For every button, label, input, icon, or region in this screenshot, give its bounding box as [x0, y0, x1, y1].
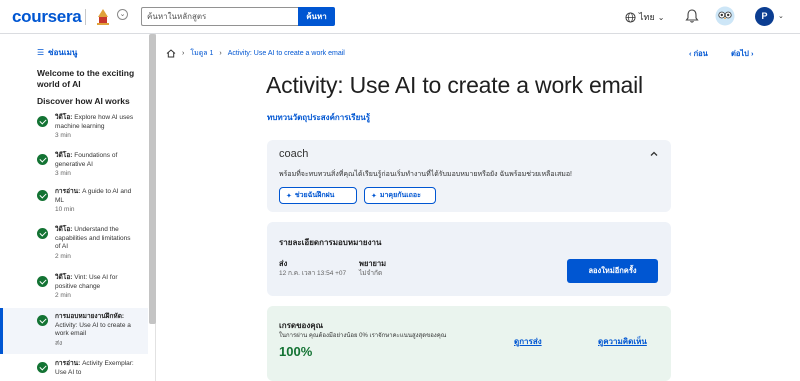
- try-again-button[interactable]: ลองใหม่อีกครั้ง: [567, 259, 658, 283]
- hide-menu-button[interactable]: ☰ ซ่อนเมนู: [37, 46, 77, 59]
- previous-label: ก่อน: [693, 49, 708, 58]
- sidebar-scrollbar[interactable]: [149, 34, 156, 324]
- section-title: Discover how AI works: [37, 96, 130, 106]
- chevron-up-icon[interactable]: [649, 149, 659, 159]
- sidebar-item-current[interactable]: การมอบหมายงานฝึกหัด: Activity: Use AI to…: [0, 308, 148, 354]
- sidebar-item-text: การอ่าน: A guide to AI and ML 10 min: [55, 188, 132, 213]
- help-me-practice-button[interactable]: ✦ ช่วยฉันฝึกฝน: [279, 187, 357, 204]
- completed-check-icon: [37, 276, 48, 287]
- view-feedback-link[interactable]: ดูความคิดเห็น: [598, 335, 647, 348]
- coach-title: coach: [279, 148, 309, 160]
- sidebar-item-text: วิดีโอ: Explore how AI uses machine lear…: [55, 114, 134, 139]
- sidebar-item[interactable]: วิดีโอ: Foundations of generative AI 3 m…: [0, 150, 148, 184]
- sparkle-icon: ✦: [371, 192, 377, 200]
- assignment-details-title: รายละเอียดการมอบหมายงาน: [279, 238, 382, 247]
- lets-chat-button[interactable]: ✦ มาคุยกันเถอะ: [364, 187, 436, 204]
- breadcrumb: › โมดูล 1 › Activity: Use AI to create a…: [166, 48, 345, 59]
- globe-icon: [625, 11, 636, 23]
- sidebar-item-text: วิดีโอ: Understand the capabilities and …: [55, 226, 131, 260]
- sidebar-item[interactable]: การอ่าน: Activity Exemplar: Use AI to: [0, 358, 148, 381]
- home-icon[interactable]: [166, 49, 176, 58]
- language-selector[interactable]: ไทย ⌄: [625, 10, 664, 24]
- completed-check-icon: [37, 362, 48, 373]
- completed-check-icon: [37, 154, 48, 165]
- grade-value: 100%: [279, 344, 313, 359]
- coach-panel: coach พร้อมที่จะทบทวนสิ่งที่คุณได้เรียนร…: [267, 140, 671, 212]
- sidebar-item-text: วิดีโอ: Vint: Use AI for positive change…: [55, 274, 118, 299]
- hide-menu-label: ซ่อนเมนู: [48, 48, 78, 57]
- completed-check-icon: [37, 190, 48, 201]
- header-divider: [85, 9, 86, 25]
- notification-bell-icon[interactable]: [684, 8, 700, 24]
- completed-check-icon: [37, 228, 48, 239]
- completed-check-icon: [37, 116, 48, 127]
- chevron-right-icon: ›: [219, 50, 222, 57]
- next-button[interactable]: ต่อไป ›: [731, 48, 754, 60]
- chevron-down-icon: ⌄: [657, 12, 665, 22]
- sidebar-item-text: การอ่าน: Activity Exemplar: Use AI to: [55, 360, 134, 376]
- sidebar-item[interactable]: วิดีโอ: Vint: Use AI for positive change…: [0, 272, 148, 306]
- grade-panel: เกรดของคุณ ในการผ่าน คุณต้องมีอย่างน้อย …: [267, 306, 671, 381]
- chevron-left-icon: ‹: [689, 49, 692, 58]
- attempts-value: ไม่จำกัด: [359, 270, 383, 277]
- partner-logo-icon[interactable]: [95, 8, 111, 26]
- assignment-details-panel: รายละเอียดการมอบหมายงาน ส่ง 12 ก.ค. เวลา…: [267, 222, 671, 296]
- coach-owl-icon[interactable]: [715, 6, 735, 26]
- review-learning-objectives-link[interactable]: ทบทวนวัตถุประสงค์การเรียนรู้: [267, 111, 370, 124]
- user-avatar[interactable]: P: [755, 7, 774, 26]
- page-title: Activity: Use AI to create a work email: [266, 72, 643, 98]
- sidebar-item[interactable]: วิดีโอ: Understand the capabilities and …: [0, 224, 148, 268]
- previous-button[interactable]: ‹ ก่อน: [689, 48, 708, 60]
- breadcrumb-module-link[interactable]: โมดูล 1: [190, 48, 213, 59]
- sidebar-item-text: วิดีโอ: Foundations of generative AI 3 m…: [55, 152, 118, 177]
- account-chevron-icon[interactable]: ⌄: [778, 12, 784, 20]
- grade-pass-note: ในการผ่าน คุณต้องมีอย่างน้อย 0% เราจักษา…: [279, 333, 447, 339]
- chevron-right-icon: ›: [751, 49, 754, 58]
- completed-check-icon: [37, 315, 48, 326]
- course-search-input[interactable]: [141, 7, 298, 26]
- sparkle-icon: ✦: [286, 192, 292, 200]
- menu-icon: ☰: [37, 48, 45, 57]
- view-submission-link[interactable]: ดูการส่ง: [514, 335, 542, 348]
- chevron-right-icon: ›: [182, 50, 185, 57]
- language-label: ไทย: [639, 12, 655, 22]
- module-title: Welcome to the exciting world of AI: [37, 68, 135, 89]
- sidebar-item[interactable]: การอ่าน: A guide to AI and ML 10 min: [0, 186, 148, 220]
- sidebar-item[interactable]: วิดีโอ: Explore how AI uses machine lear…: [0, 112, 148, 146]
- top-header: coursera ⌄ ค้นหา ไทย ⌄ P ⌄: [0, 0, 800, 34]
- search-button[interactable]: ค้นหา: [298, 7, 335, 26]
- partner-switch-chevron-icon[interactable]: ⌄: [117, 9, 128, 20]
- submitted-timestamp: 12 ก.ค. เวลา 13:54 +07: [279, 270, 347, 277]
- lets-chat-label: มาคุยกันเถอะ: [379, 192, 421, 199]
- sidebar-item-text: การมอบหมายงานฝึกหัด: Activity: Use AI to…: [55, 313, 131, 347]
- coursera-logo[interactable]: coursera: [12, 7, 82, 27]
- help-me-practice-label: ช่วยฉันฝึกฝน: [294, 192, 335, 199]
- next-label: ต่อไป: [731, 49, 749, 58]
- breadcrumb-current[interactable]: Activity: Use AI to create a work email: [228, 50, 345, 57]
- coach-description: พร้อมที่จะทบทวนสิ่งที่คุณได้เรียนรู้ก่อน…: [279, 171, 572, 178]
- course-sidebar: ☰ ซ่อนเมนู Welcome to the exciting world…: [0, 34, 156, 381]
